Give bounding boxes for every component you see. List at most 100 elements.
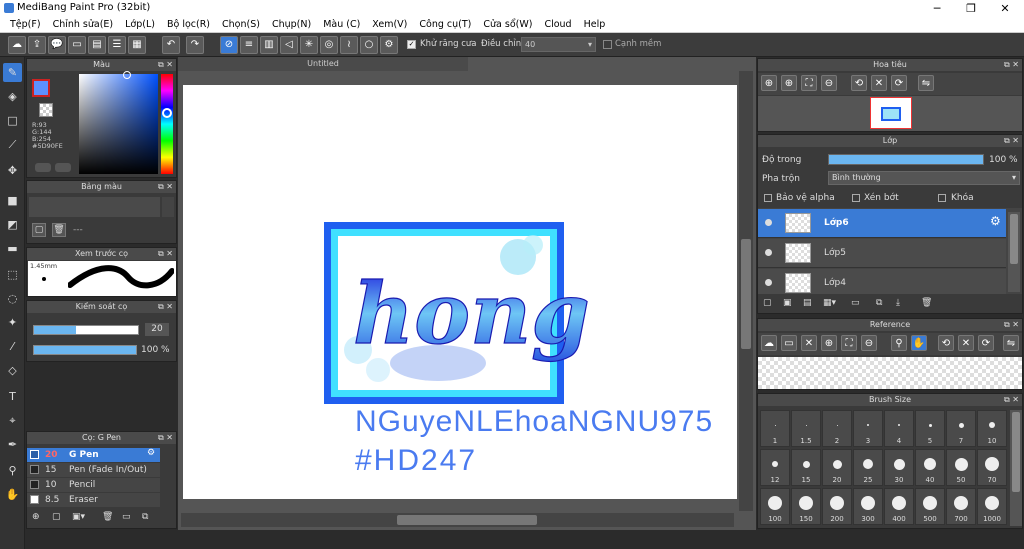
brush-size-option[interactable]: 25 [853,449,883,486]
brush-size-option[interactable]: 4 [884,410,914,447]
menu-help[interactable]: Help [578,19,612,30]
tab-untitled[interactable]: Untitled [178,57,468,71]
eraser-tool-icon[interactable]: ◈ [3,87,22,106]
navigator-preview[interactable] [758,96,1022,131]
folder-icon[interactable]: ▭ [122,512,131,522]
hue-slider[interactable] [161,74,173,174]
new-brush-icon[interactable]: ▢ [52,512,61,522]
brush-size-option[interactable]: 300 [853,488,883,525]
hand-tool-icon[interactable]: ✋ [3,485,22,504]
eyedropper-icon[interactable]: ⚲ [3,461,22,480]
flip-icon[interactable]: ⇋ [1003,335,1019,351]
panel-close-icon[interactable]: ⧉ ✕ [158,59,173,71]
brush-size-option[interactable]: 15 [791,449,821,486]
radial-snap-icon[interactable]: ✳ [300,36,318,54]
redo-icon[interactable]: ↷ [186,36,204,54]
menu-view[interactable]: Xem(V) [366,19,413,30]
brush-item[interactable]: 20 G Pen ⚙ [27,448,160,462]
brush-size-option[interactable]: 12 [760,449,790,486]
drawing-canvas[interactable]: hong NGuyeNLEhoaNGNU975 #HD247 [183,85,737,499]
add-layer-menu-icon[interactable]: ▦▾ [823,298,836,308]
brush-size-value[interactable]: 20 [145,323,169,336]
cloud-icon[interactable]: ☁ [761,335,777,351]
document-icon[interactable]: ▤ [88,36,106,54]
new-layer-icon[interactable]: ▢ [763,298,772,308]
blend-mode-select[interactable]: Bình thường ▾ [828,171,1020,185]
menu-select[interactable]: Chọn(S) [216,19,266,30]
brush-size-option[interactable]: 50 [946,449,976,486]
panel-close-icon[interactable]: ⧉ ✕ [1004,319,1019,331]
merge-down-icon[interactable]: ⤓ [896,298,900,308]
panel-close-icon[interactable]: ⧉ ✕ [1004,394,1019,406]
circle-snap-icon[interactable]: ○ [360,36,378,54]
cloud-icon[interactable]: ☁ [8,36,26,54]
layer-row[interactable]: Lớp5 [758,239,1006,268]
brush-size-option[interactable]: 40 [915,449,945,486]
brush-size-option[interactable]: 20 [822,449,852,486]
divide-tool-icon[interactable]: ✒ [3,435,22,454]
rotate-cw-icon[interactable]: ⟳ [891,75,907,91]
grid-icon[interactable]: ▦ [128,36,146,54]
duplicate-icon[interactable]: ⧉ [876,298,882,308]
menu-filter[interactable]: Bộ lọc(R) [161,19,216,30]
brush-size-scroll-thumb[interactable] [1012,412,1020,492]
layer-list-scrollbar[interactable] [1008,212,1020,292]
trash-icon[interactable]: 🗑 [52,223,66,237]
brush-size-option[interactable]: 10 [977,410,1007,447]
clipping-checkbox[interactable] [852,194,860,202]
bucket-tool-icon[interactable]: ◩ [3,215,22,234]
vertical-scroll-thumb[interactable] [741,239,751,349]
list-icon[interactable]: ☰ [108,36,126,54]
brush-tool-icon[interactable]: ✎ [3,63,22,82]
fit-icon[interactable]: ⛶ [801,75,817,91]
layer-opacity-slider[interactable] [828,154,984,165]
settings-icon[interactable]: ⚙ [380,36,398,54]
brush-item[interactable]: 15 Pen (Fade In/Out) [27,463,160,477]
visibility-icon[interactable] [765,219,772,226]
select-rect-icon[interactable]: ⬚ [3,265,22,284]
brush-size-slider[interactable] [33,325,139,335]
brush-size-option[interactable]: 700 [946,488,976,525]
menu-color[interactable]: Màu (C) [317,19,366,30]
move-tool-icon[interactable]: ✥ [3,161,22,180]
color-swap-button[interactable] [55,163,71,172]
minimize-icon[interactable]: ─ [920,0,954,17]
rotate-icon[interactable]: ⟲ [938,335,954,351]
brush-size-option[interactable]: 150 [791,488,821,525]
new-halftone-layer-icon[interactable]: ▣ [783,298,792,308]
gear-icon[interactable]: ⚙ [990,214,1001,228]
color-picker-area[interactable] [79,74,158,174]
brush-size-option[interactable]: 30 [884,449,914,486]
comment-icon[interactable]: 💬 [48,36,66,54]
adjust-select[interactable]: 40 ▾ [521,37,596,52]
parallel-snap-icon[interactable]: ≡ [240,36,258,54]
menu-window[interactable]: Cửa sổ(W) [477,19,538,30]
panel-close-icon[interactable]: ⧉ ✕ [1004,135,1019,147]
antialias-checkbox[interactable]: ✓ [407,40,416,49]
folder-icon[interactable]: ▭ [781,335,797,351]
color-picker-cursor[interactable] [123,71,131,79]
reference-canvas[interactable] [758,357,1022,389]
brush-size-option[interactable]: 100 [760,488,790,525]
brush-size-option[interactable]: 7 [946,410,976,447]
select-eraser-icon[interactable]: ◇ [3,361,22,380]
zoom-in-icon[interactable]: ⊕ [761,75,777,91]
zoom-in-icon[interactable]: ⊕ [781,75,797,91]
hue-slider-handle[interactable] [162,108,172,118]
perspective-icon[interactable]: ◁ [280,36,298,54]
layer-scroll-thumb[interactable] [1010,214,1018,264]
brush-size-option[interactable]: 500 [915,488,945,525]
edge-checkbox[interactable] [603,40,612,49]
brush-size-option[interactable]: 70 [977,449,1007,486]
menu-cloud[interactable]: Cloud [538,19,577,30]
brush-size-option[interactable]: 3 [853,410,883,447]
menu-capture[interactable]: Chụp(N) [266,19,317,30]
gradient-tool-icon[interactable]: ▬ [3,239,22,258]
brush-size-option[interactable]: 2 [822,410,852,447]
visibility-icon[interactable] [765,249,772,256]
vertical-scrollbar[interactable] [739,71,753,511]
visibility-icon[interactable] [765,279,772,286]
grid-snap-icon[interactable]: ▥ [260,36,278,54]
eyedropper-icon[interactable]: ⚲ [891,335,907,351]
horizontal-scrollbar[interactable] [181,513,734,527]
